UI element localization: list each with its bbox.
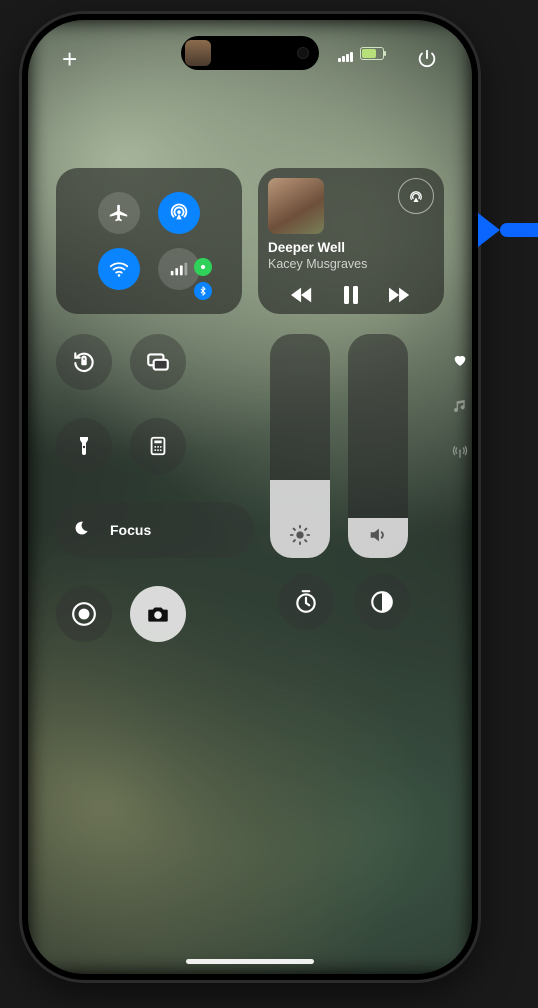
wifi-icon [108, 258, 130, 280]
connectivity-page-dot[interactable] [452, 444, 468, 460]
heart-icon [452, 352, 468, 368]
dark-mode-button[interactable] [354, 574, 410, 630]
cellular-signal-icon [338, 44, 354, 62]
next-button[interactable] [389, 286, 411, 304]
flashlight-button[interactable] [56, 418, 112, 474]
calculator-button[interactable] [130, 418, 186, 474]
calculator-icon [147, 435, 169, 457]
status-icons [338, 44, 384, 62]
backward-icon [291, 286, 313, 304]
flashlight-icon [72, 434, 96, 458]
play-pause-button[interactable] [343, 286, 359, 304]
screen-mirroring-button[interactable] [130, 334, 186, 390]
antenna-icon [452, 444, 468, 460]
track-title: Deeper Well [268, 240, 434, 255]
battery-icon [360, 47, 384, 60]
link-icon [198, 262, 208, 272]
screen-record-button[interactable] [56, 586, 112, 642]
lock-rotation-icon [71, 349, 97, 375]
control-center: Deeper Well Kacey Musgraves [56, 168, 444, 914]
bluetooth-icon [198, 286, 208, 296]
airplay-button[interactable] [398, 178, 434, 214]
status-bar: + [28, 42, 472, 76]
track-artist: Kacey Musgraves [268, 257, 434, 271]
camera-icon [145, 601, 171, 627]
airdrop-toggle[interactable] [158, 192, 200, 234]
music-page-dot[interactable] [452, 398, 468, 414]
cellular-toggle[interactable] [158, 248, 200, 290]
personal-hotspot-badge [194, 258, 212, 276]
contrast-icon [369, 589, 395, 615]
airplay-icon [407, 187, 425, 205]
camera-button[interactable] [130, 586, 186, 642]
airdrop-icon [168, 202, 190, 224]
previous-button[interactable] [291, 286, 313, 304]
favorites-page-dot[interactable] [452, 352, 468, 368]
timer-button[interactable] [278, 574, 334, 630]
cellular-bars-icon [168, 258, 190, 280]
bluetooth-badge [194, 282, 212, 300]
callout-arrow [480, 213, 538, 247]
airplane-icon [108, 202, 130, 224]
focus-label: Focus [110, 522, 151, 538]
iphone-frame: + [22, 14, 478, 980]
home-indicator[interactable] [186, 959, 314, 964]
speaker-icon [367, 524, 389, 546]
brightness-fill [270, 480, 330, 558]
focus-icon [68, 514, 100, 546]
timer-icon [293, 589, 319, 615]
forward-icon [389, 286, 411, 304]
power-button[interactable] [416, 48, 438, 70]
screen: + [28, 20, 472, 974]
brightness-slider[interactable] [270, 334, 330, 558]
add-control-button[interactable]: + [62, 46, 77, 72]
sun-icon [289, 524, 311, 546]
connectivity-module[interactable] [56, 168, 242, 314]
screen-mirroring-icon [145, 349, 171, 375]
airplane-mode-toggle[interactable] [98, 192, 140, 234]
orientation-lock-button[interactable] [56, 334, 112, 390]
volume-slider[interactable] [348, 334, 408, 558]
now-playing-module[interactable]: Deeper Well Kacey Musgraves [258, 168, 444, 314]
album-art [268, 178, 324, 234]
focus-button[interactable]: Focus [56, 502, 254, 558]
page-indicator[interactable] [452, 352, 468, 460]
wifi-toggle[interactable] [98, 248, 140, 290]
music-note-icon [452, 398, 468, 414]
record-icon [71, 601, 97, 627]
pause-icon [343, 286, 359, 304]
